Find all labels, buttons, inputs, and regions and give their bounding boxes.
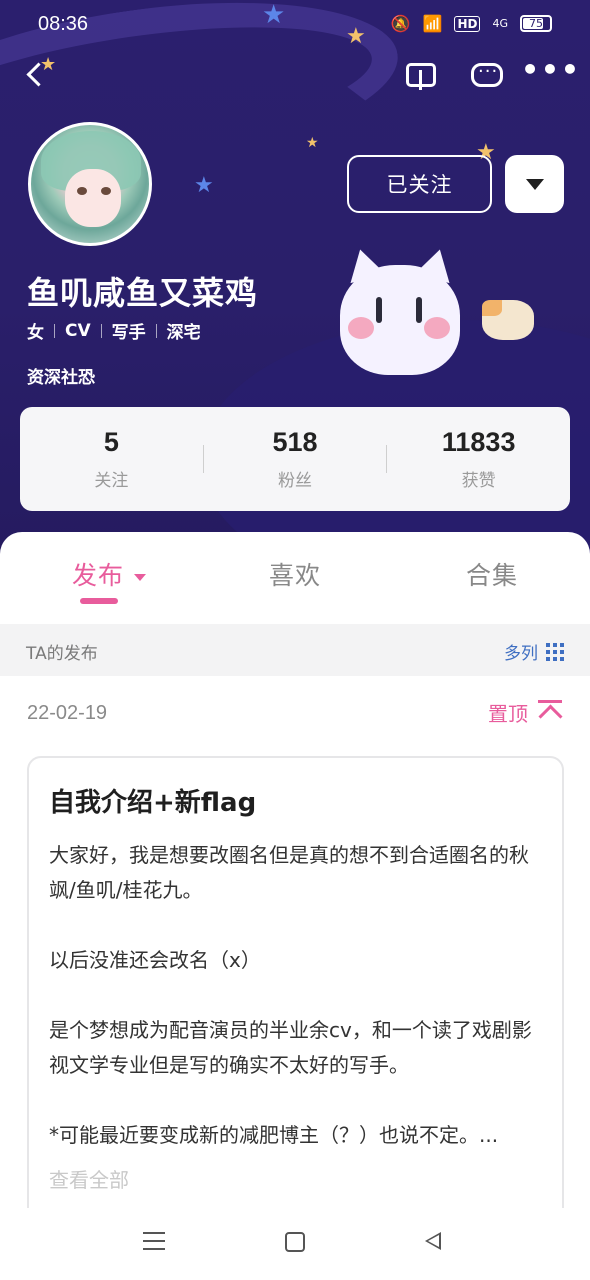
active-tab-indicator (80, 598, 118, 604)
back-icon[interactable] (22, 58, 56, 92)
home-icon[interactable] (285, 1232, 305, 1252)
profile-name: 鱼叽咸鱼又菜鸡 (27, 274, 259, 312)
stat-following[interactable]: 5 关注 (20, 427, 203, 491)
status-icons: 🔕 📶 HD 4G 75 (391, 14, 552, 33)
mute-icon: 🔕 (390, 14, 411, 33)
post-card[interactable]: 自我介绍+新flag 大家好，我是想要改圈名但是真的想不到合适圈名的秋飒/鱼叽/… (27, 756, 564, 1276)
system-nav-bar (0, 1208, 590, 1280)
menu-icon[interactable] (143, 1232, 165, 1256)
post-date: 22-02-19 (27, 702, 108, 724)
post-body: 大家好，我是想要改圈名但是真的想不到合适圈名的秋飒/鱼叽/桂花九。 以后没准还会… (49, 838, 549, 1198)
hd-icon: HD (454, 15, 481, 32)
pin-top-icon (538, 699, 562, 726)
profile-tags: 女 CV 写手 深宅 (27, 318, 201, 344)
status-bar: 08:36 🔕 📶 HD 4G 75 (0, 0, 590, 52)
star-decor-icon: ★ (194, 173, 214, 198)
follow-button[interactable]: 已关注 (347, 155, 492, 213)
avatar[interactable] (28, 122, 152, 246)
stat-value: 5 (103, 427, 119, 457)
cat-mascot-illustration (340, 244, 460, 375)
tag-separator (54, 323, 55, 338)
tag-separator (155, 323, 157, 338)
more-icon[interactable]: ••• (521, 50, 579, 88)
stat-label: 粉丝 (278, 471, 312, 491)
tag-gender: 女 (27, 323, 44, 343)
tab-likes[interactable]: 喜欢 (269, 556, 321, 592)
stat-followers[interactable]: 518 粉丝 (204, 427, 387, 491)
star-decor-icon: ★ (306, 135, 319, 151)
back-triangle-icon[interactable] (425, 1232, 441, 1250)
chat-icon[interactable] (468, 56, 506, 94)
posts-subbar: TA的发布 多列 (0, 624, 590, 676)
post-paragraph: 大家好，我是想要改圈名但是真的想不到合适圈名的秋飒/鱼叽/桂花九。 (49, 843, 529, 902)
caret-down-icon (134, 573, 147, 581)
grid-icon (546, 642, 564, 661)
note-icon[interactable] (402, 56, 440, 94)
tab-bar: 发布 喜欢 合集 (0, 532, 590, 622)
tag-cv: CV (65, 320, 91, 341)
view-all-link[interactable]: 查看全部 (49, 1163, 549, 1198)
multi-column-label: 多列 (504, 644, 538, 664)
stats-card: 5 关注 518 粉丝 11833 获赞 (20, 407, 570, 511)
follow-dropdown-button[interactable] (505, 155, 564, 213)
post-paragraph: 是个梦想成为配音演员的半业余cv，和一个读了戏剧影视文学专业但是写的确实不太好的… (49, 1018, 532, 1077)
stat-value: 11833 (441, 427, 516, 457)
stat-label: 关注 (94, 471, 129, 491)
tag-otaku: 深宅 (166, 323, 201, 343)
stat-value: 518 (272, 427, 318, 457)
signal-icon: 4G (492, 17, 508, 30)
tab-label: 发布 (72, 561, 125, 590)
tab-posts[interactable]: 发布 (72, 556, 147, 592)
content-sheet: 发布 喜欢 合集 TA的发布 多列 22-02-19 置顶 自我介绍+新flag… (0, 532, 590, 1280)
pinned-badge: 置顶 (488, 698, 562, 727)
tab-collections[interactable]: 合集 (466, 556, 518, 592)
top-nav: ••• (0, 52, 590, 98)
small-cat-illustration (482, 300, 534, 340)
stat-likes[interactable]: 11833 获赞 (387, 427, 570, 491)
wifi-icon: 📶 (422, 14, 443, 33)
pinned-label: 置顶 (488, 702, 528, 726)
tag-writer: 写手 (111, 323, 146, 343)
chevron-down-icon (525, 178, 544, 190)
post-paragraph: *可能最近要变成新的减肥博主（？）也说不定。... (49, 1123, 499, 1147)
profile-title-badge: 资深社恐 (27, 368, 95, 388)
post-title: 自我介绍+新flag (49, 788, 257, 818)
stat-label: 获赞 (461, 471, 496, 491)
battery-icon: 75 (520, 15, 552, 32)
status-time: 08:36 (38, 13, 89, 35)
tag-separator (100, 323, 102, 338)
post-meta-row: 22-02-19 置顶 (0, 676, 590, 754)
multi-column-toggle[interactable]: 多列 (504, 639, 564, 664)
post-paragraph: 以后没准还会改名（x） (49, 948, 261, 972)
posts-section-label: TA的发布 (26, 644, 98, 664)
